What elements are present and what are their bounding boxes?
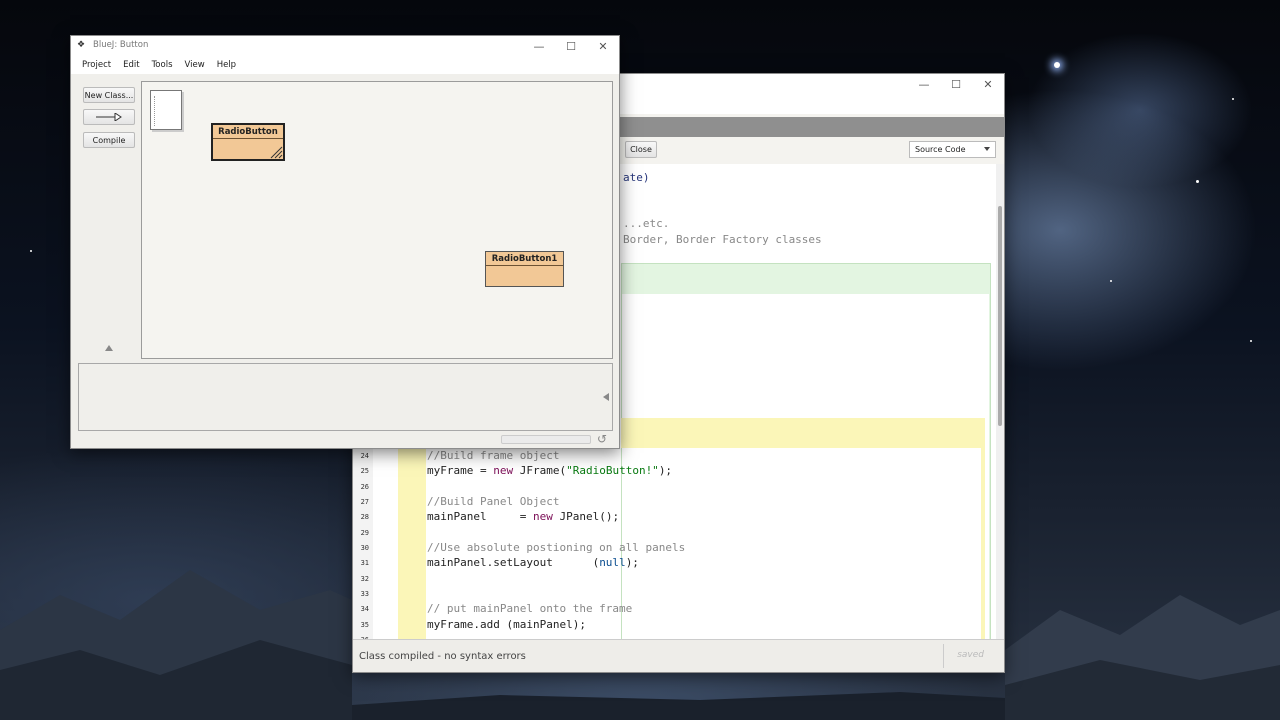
line-number: 30 [360,544,369,552]
code-line: // put mainPanel onto the frame [427,602,632,615]
minimize-icon[interactable]: — [523,36,555,56]
class-radiobutton[interactable]: RadioButton [211,123,285,161]
menu-project[interactable]: Project [82,56,111,74]
code-token: ); [658,464,673,477]
menu-bar: Project Edit Tools View Help [71,56,619,74]
scope-block-yellow-left [398,448,426,640]
maximize-icon[interactable]: ☐ [555,36,587,56]
code-line-fragment: Border, Border Factory classes [623,233,822,246]
scope-block-white [621,294,989,640]
code-token: mainPanel = [427,510,533,523]
bluej-titlebar: ❖ BlueJ: Button — ☐ ✕ [71,36,619,56]
status-divider [943,644,944,668]
chevron-down-icon [984,147,990,151]
class-diagram-canvas[interactable]: RadioButton RadioButton1 [141,81,613,359]
maximize-icon[interactable]: ☐ [940,74,972,94]
object-bench[interactable] [78,363,613,431]
menu-help[interactable]: Help [217,56,236,74]
code-token: new [493,464,514,477]
scope-block-yellow-right [981,448,985,640]
scope-block-yellow-header [621,418,985,448]
vertical-scrollbar[interactable] [996,164,1004,640]
code-line: myFrame.add (mainPanel); [427,618,586,631]
close-button[interactable]: Close [625,141,657,158]
bluej-logo-icon: ❖ [77,40,86,50]
window-title: BlueJ: Button [93,40,149,50]
line-number: 34 [360,605,369,613]
close-icon[interactable]: ✕ [972,74,1004,94]
code-token: ); [625,556,639,569]
code-token: // put mainPanel onto the frame [427,602,633,615]
code-token: myFrame = [427,464,494,477]
code-token: myFrame.add (mainPanel); [427,618,586,631]
code-token: new [532,510,553,523]
code-token: //Build frame object [427,449,560,462]
class-name: RadioButton1 [486,252,563,266]
code-line: //Use absolute postioning on all panels [427,541,685,554]
line-number: 24 [360,452,369,460]
code-line: //Build frame object [427,449,559,462]
code-token: JFrame( [513,464,567,477]
line-number: 31 [360,559,369,567]
code-line-fragment: ate) [623,171,650,184]
class-name: RadioButton [213,125,283,139]
view-selector[interactable]: Source Code [909,141,996,158]
line-number: 35 [360,621,369,629]
close-icon[interactable]: ✕ [587,36,619,56]
code-token: //Use absolute postioning on all panels [427,541,686,554]
view-selector-value: Source Code [915,145,966,154]
code-line: mainPanel = new JPanel(); [427,510,619,523]
code-line-fragment: ...etc. [623,217,670,230]
status-message: Class compiled - no syntax errors [359,651,526,662]
scrollbar-thumb[interactable] [998,206,1002,426]
code-line: mainPanel.setLayout (null); [427,556,639,569]
code-token: mainPanel.setLayout ( [427,556,600,569]
bluej-window: ❖ BlueJ: Button — ☐ ✕ Project Edit Tools… [70,35,620,449]
line-number: 28 [360,513,369,521]
line-number: 32 [360,575,369,583]
class-radiobutton1[interactable]: RadioButton1 [485,251,564,287]
menu-edit[interactable]: Edit [123,56,139,74]
code-line: //Build Panel Object [427,495,559,508]
minimize-icon[interactable]: — [908,74,940,94]
uncompiled-hatch-icon [270,146,283,159]
menu-tools[interactable]: Tools [152,56,173,74]
readme-note-icon[interactable] [150,90,182,130]
code-token: //Build Panel Object [427,495,560,508]
line-number: 26 [360,483,369,491]
new-class-button[interactable]: New Class... [83,87,135,103]
inheritance-arrow-icon [96,113,122,121]
line-number: 33 [360,590,369,598]
code-token: JPanel(); [552,510,620,523]
editor-statusbar: Class compiled - no syntax errors saved [353,639,1004,672]
line-number: 25 [360,467,369,475]
collapse-up-icon[interactable] [105,345,113,351]
line-number: 27 [360,498,369,506]
line-number: 29 [360,529,369,537]
menu-view[interactable]: View [185,56,205,74]
code-token: "RadioButton!" [566,464,659,477]
compile-button[interactable]: Compile [83,132,135,148]
code-token: null [599,556,626,569]
code-line: myFrame = new JFrame("RadioButton!"); [427,464,672,477]
reset-vm-icon[interactable]: ↺ [597,433,607,445]
collapse-left-icon[interactable] [603,393,609,401]
progress-bar [501,435,591,444]
inheritance-arrow-button[interactable] [83,109,135,125]
saved-indicator: saved [957,650,984,660]
